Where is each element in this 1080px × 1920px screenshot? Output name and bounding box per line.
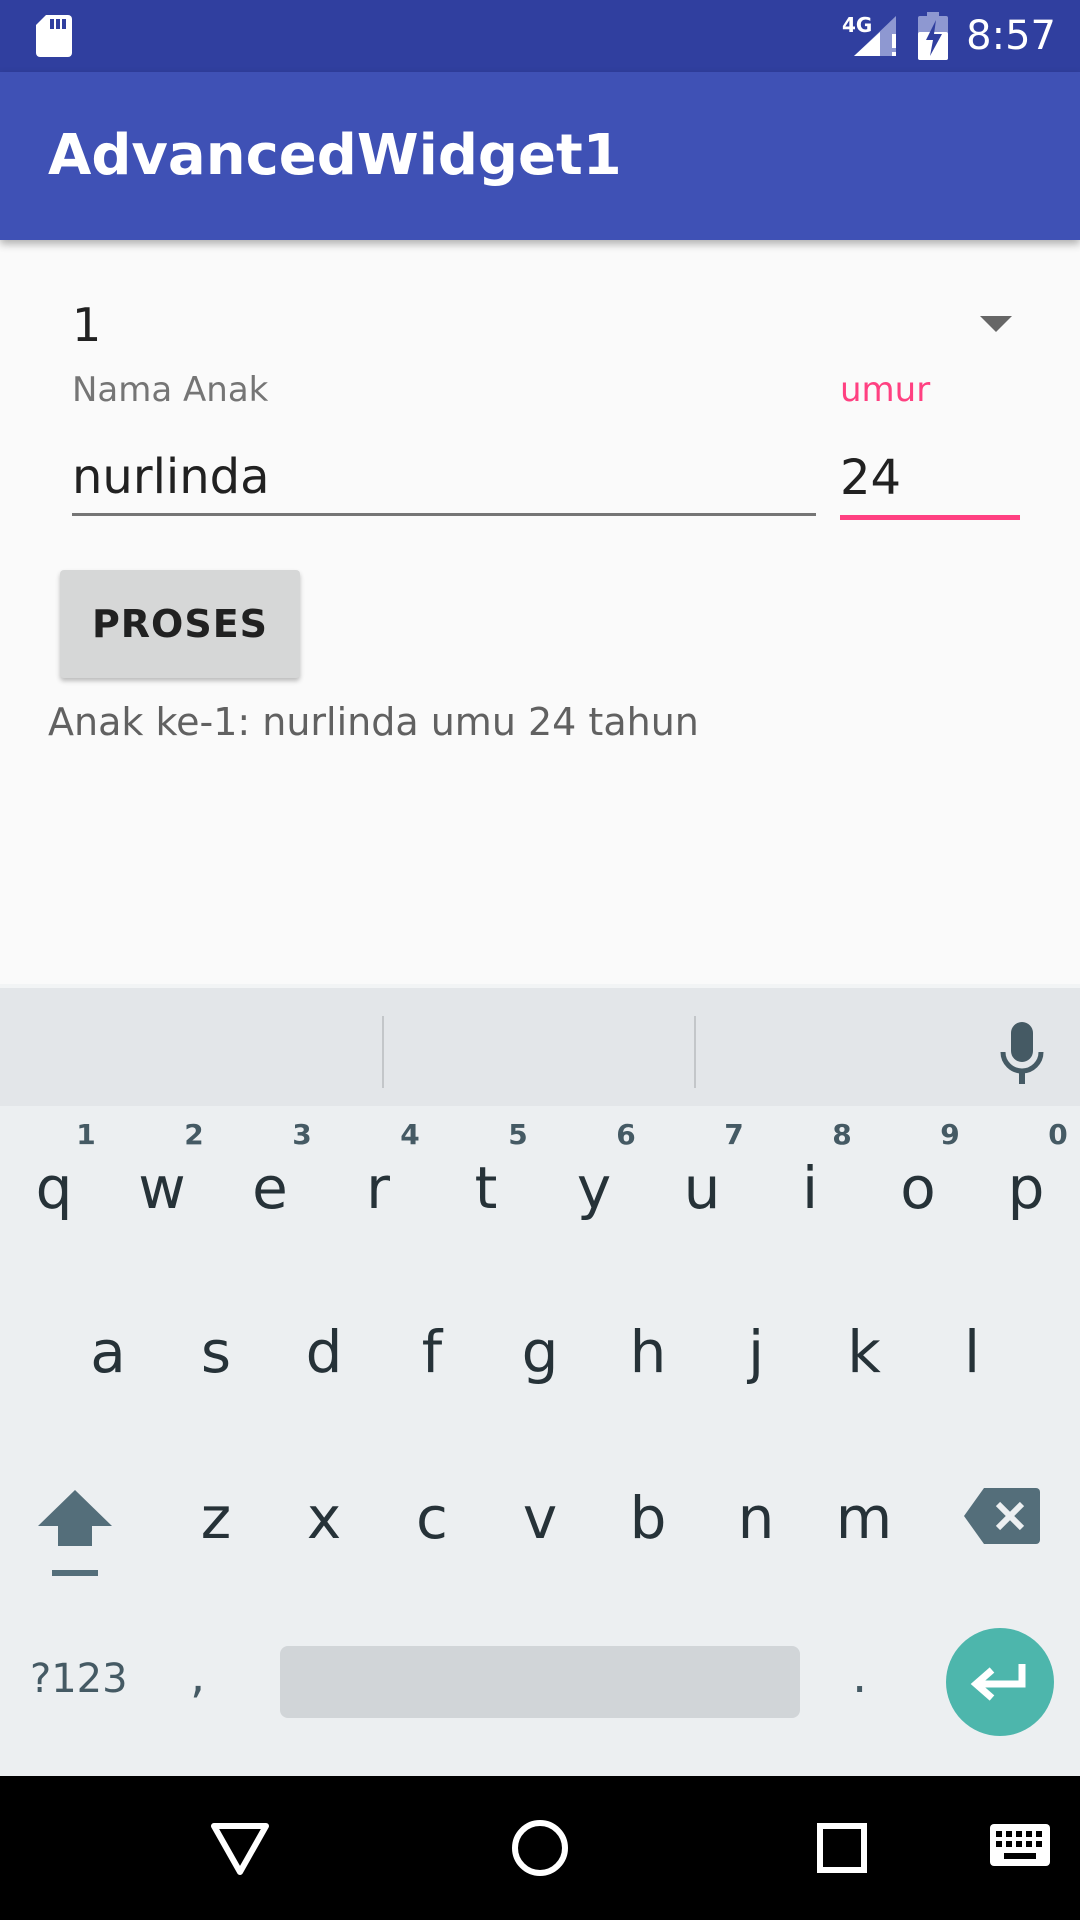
- key-y[interactable]: y: [540, 1154, 648, 1222]
- navigation-bar: [0, 1776, 1080, 1920]
- sd-card-icon: [36, 15, 72, 57]
- key-f[interactable]: f: [378, 1318, 486, 1386]
- home-icon[interactable]: [508, 1816, 572, 1880]
- status-bar: 4G 8:57: [0, 0, 1080, 72]
- keyboard-switch-icon[interactable]: [988, 1822, 1052, 1868]
- shift-key-icon[interactable]: [36, 1488, 114, 1580]
- key-a[interactable]: a: [54, 1318, 162, 1386]
- key-hint-4: 4: [400, 1118, 420, 1151]
- key-hint-8: 8: [832, 1118, 852, 1151]
- umur-input[interactable]: [840, 440, 1020, 520]
- key-hint-5: 5: [508, 1118, 528, 1151]
- key-hint-0: 0: [1048, 1118, 1068, 1151]
- umur-label: umur: [840, 370, 931, 410]
- signal-icon: 4G: [842, 13, 896, 56]
- suggestion-strip: [0, 984, 1080, 1106]
- enter-key[interactable]: [946, 1628, 1054, 1736]
- key-l[interactable]: l: [918, 1318, 1026, 1386]
- key-w[interactable]: w: [108, 1154, 216, 1222]
- key-i[interactable]: i: [756, 1154, 864, 1222]
- key-d[interactable]: d: [270, 1318, 378, 1386]
- battery-icon: [918, 12, 948, 60]
- back-icon[interactable]: [208, 1816, 272, 1880]
- app-bar: AdvancedWidget1: [0, 72, 1080, 240]
- key-hint-7: 7: [724, 1118, 744, 1151]
- enter-icon: [970, 1664, 1026, 1701]
- key-m[interactable]: m: [810, 1484, 918, 1552]
- key-u[interactable]: u: [648, 1154, 756, 1222]
- key-v[interactable]: v: [486, 1484, 594, 1552]
- space-bar[interactable]: [280, 1646, 800, 1718]
- key-hint-3: 3: [292, 1118, 312, 1151]
- suggestion-divider: [694, 1016, 696, 1088]
- key-q[interactable]: q: [0, 1154, 108, 1222]
- key-hint-9: 9: [940, 1118, 960, 1151]
- key-r[interactable]: r: [324, 1154, 432, 1222]
- key-k[interactable]: k: [810, 1318, 918, 1386]
- key-x[interactable]: x: [270, 1484, 378, 1552]
- symbols-key[interactable]: ?123: [30, 1656, 128, 1702]
- svg-text:4G: 4G: [842, 13, 872, 37]
- suggestion-divider: [382, 1016, 384, 1088]
- recents-icon[interactable]: [810, 1816, 874, 1880]
- dropdown-arrow-icon: [980, 316, 1012, 332]
- key-c[interactable]: c: [378, 1484, 486, 1552]
- key-hint-2: 2: [184, 1118, 204, 1151]
- comma-key[interactable]: ,: [190, 1648, 205, 1704]
- result-text: Anak ke-1: nurlinda umu 24 tahun: [48, 700, 699, 744]
- mic-icon[interactable]: [1000, 1022, 1044, 1086]
- key-z[interactable]: z: [162, 1484, 270, 1552]
- nama-anak-input[interactable]: [72, 440, 816, 516]
- key-n[interactable]: n: [702, 1484, 810, 1552]
- key-b[interactable]: b: [594, 1484, 702, 1552]
- key-h[interactable]: h: [594, 1318, 702, 1386]
- spinner-value: 1: [72, 298, 102, 352]
- backspace-key-icon[interactable]: [964, 1488, 1040, 1544]
- key-s[interactable]: s: [162, 1318, 270, 1386]
- key-t[interactable]: t: [432, 1154, 540, 1222]
- proses-button[interactable]: PROSES: [60, 570, 300, 678]
- key-j[interactable]: j: [702, 1318, 810, 1386]
- status-time: 8:57: [966, 13, 1056, 59]
- app-title: AdvancedWidget1: [48, 123, 622, 188]
- key-p[interactable]: p: [972, 1154, 1080, 1222]
- key-hint-6: 6: [616, 1118, 636, 1151]
- key-g[interactable]: g: [486, 1318, 594, 1386]
- period-key[interactable]: .: [852, 1648, 867, 1704]
- key-o[interactable]: o: [864, 1154, 972, 1222]
- key-hint-1: 1: [76, 1118, 96, 1151]
- key-e[interactable]: e: [216, 1154, 324, 1222]
- nama-anak-label: Nama Anak: [72, 370, 269, 410]
- child-number-spinner[interactable]: 1: [48, 290, 1032, 362]
